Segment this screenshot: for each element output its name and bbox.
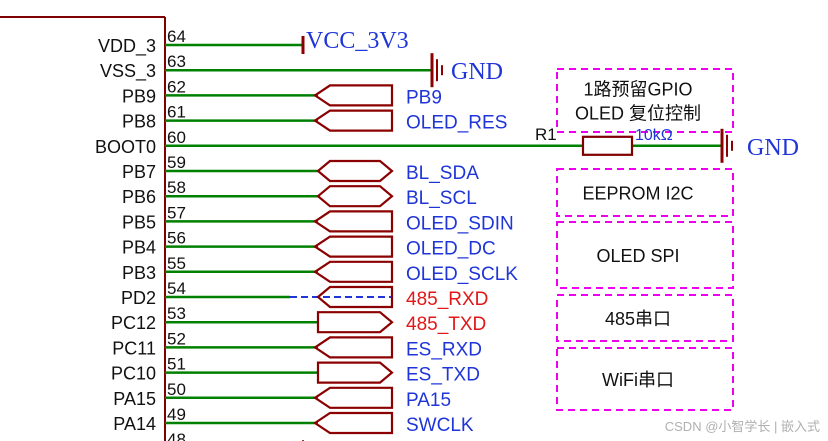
- pin-number: 58: [167, 178, 186, 197]
- pin-name: BOOT0: [95, 137, 156, 157]
- group-boxes: 1路预留GPIO OLED 复位控制 EEPROM I2C OLED SPI 485串口…: [556, 68, 734, 411]
- group-box: 485串口: [556, 294, 734, 342]
- pin-number: 63: [167, 52, 186, 71]
- net-port-shape: [313, 84, 394, 107]
- group-box: EEPROM I2C: [556, 168, 734, 217]
- pin-name: VSS_3: [100, 61, 156, 82]
- net-label: OLED_DC: [406, 239, 496, 260]
- group-label: 1路预留GPIO: [583, 80, 692, 100]
- pin-name: PB3: [122, 263, 156, 283]
- net-label: 485_RXD: [406, 289, 488, 310]
- pin-number: 49: [167, 405, 186, 424]
- net-label: OLED_SCLK: [406, 264, 518, 285]
- pin-number: 57: [167, 203, 186, 222]
- pin-number: 52: [167, 329, 186, 348]
- net-label: PA15: [406, 390, 451, 411]
- group-label: WiFi串口: [602, 370, 674, 390]
- group-box: WiFi串口: [556, 347, 734, 411]
- net-port-shape: [313, 235, 394, 258]
- pin-name: PC12: [111, 313, 156, 333]
- pin-number: 56: [167, 229, 186, 248]
- pin-name: PB7: [122, 162, 156, 182]
- pin-name: PB6: [122, 187, 156, 207]
- group-box: OLED SPI: [556, 221, 734, 289]
- pin-number: 55: [167, 254, 186, 273]
- pin-name: PB5: [122, 212, 156, 232]
- pin-list: VDD_3 64 VCC_3V3 VSS_3 63 GND PB9 62 PB9 PB8 61 OLE…: [95, 27, 799, 441]
- group-label: 485串口: [605, 309, 671, 329]
- pin-number: 62: [167, 77, 186, 96]
- pin-number: 50: [167, 380, 186, 399]
- resistor-value: 10kΩ: [635, 127, 673, 144]
- pin-row: 48: [167, 430, 304, 441]
- pin-name: PA15: [113, 389, 156, 409]
- net-label: BL_SDA: [406, 163, 479, 184]
- pin-number: 51: [167, 355, 186, 374]
- pin-name: PC10: [111, 364, 156, 384]
- net-label: GND: [451, 59, 503, 85]
- net-port-shape: [316, 159, 394, 183]
- net-port-shape: [313, 260, 394, 283]
- pin-name: PA14: [113, 414, 156, 434]
- group-label: OLED SPI: [596, 246, 679, 266]
- net-label: BL_SCL: [406, 188, 477, 209]
- net-port-shape: [316, 311, 394, 334]
- pin-number: 48: [167, 430, 186, 441]
- group-label: EEPROM I2C: [582, 184, 693, 204]
- net-port-shape: [316, 185, 394, 208]
- pin-number: 64: [167, 27, 186, 46]
- pin-number: 53: [167, 304, 186, 323]
- net-port-shape: [313, 411, 394, 435]
- resistor-body: [581, 135, 634, 156]
- schematic-canvas: VDD_3 64 VCC_3V3 VSS_3 63 GND PB9 62 PB9 PB8 61 OLE…: [0, 16, 799, 441]
- net-label: OLED_RES: [406, 113, 507, 134]
- net-label: VCC_3V3: [306, 28, 409, 54]
- group-box: 1路预留GPIO OLED 复位控制: [556, 68, 734, 133]
- net-port-shape: [313, 109, 394, 132]
- watermark: CSDN @小智学长 | 嵌入式: [664, 419, 820, 434]
- net-port-shape: [313, 386, 394, 409]
- pin-number: 60: [167, 128, 186, 147]
- pin-row: VSS_3 63 GND: [100, 52, 503, 88]
- net-label: OLED_SDIN: [406, 213, 514, 234]
- net-label: ES_TXD: [406, 365, 480, 386]
- group-label: OLED 复位控制: [575, 104, 701, 124]
- net-port-shape: [316, 361, 394, 384]
- resistor-ref: R1: [535, 125, 557, 144]
- pin-number: 54: [167, 279, 186, 298]
- pin-name: PB8: [122, 112, 156, 132]
- net-port-shape: [313, 210, 394, 233]
- net-port-shape: [313, 336, 394, 359]
- pin-name: PD2: [121, 288, 156, 308]
- pin-name: VDD_3: [98, 36, 156, 57]
- pin-name: PC11: [112, 338, 156, 358]
- pin-row: VDD_3 64 VCC_3V3: [98, 27, 409, 57]
- resistor-r1: R1 10kΩ: [535, 125, 673, 156]
- pin-name: PB4: [122, 238, 156, 258]
- pin-number: 61: [167, 103, 186, 122]
- net-label: SWCLK: [406, 415, 474, 436]
- pin-name: PB9: [122, 86, 156, 106]
- net-label: PB9: [406, 87, 442, 108]
- pin-number: 59: [167, 153, 186, 172]
- net-label: GND: [747, 135, 799, 161]
- net-label: ES_RXD: [406, 339, 482, 360]
- net-label: 485_TXD: [406, 314, 486, 335]
- pin-row: PA15 50 PA15: [113, 380, 451, 411]
